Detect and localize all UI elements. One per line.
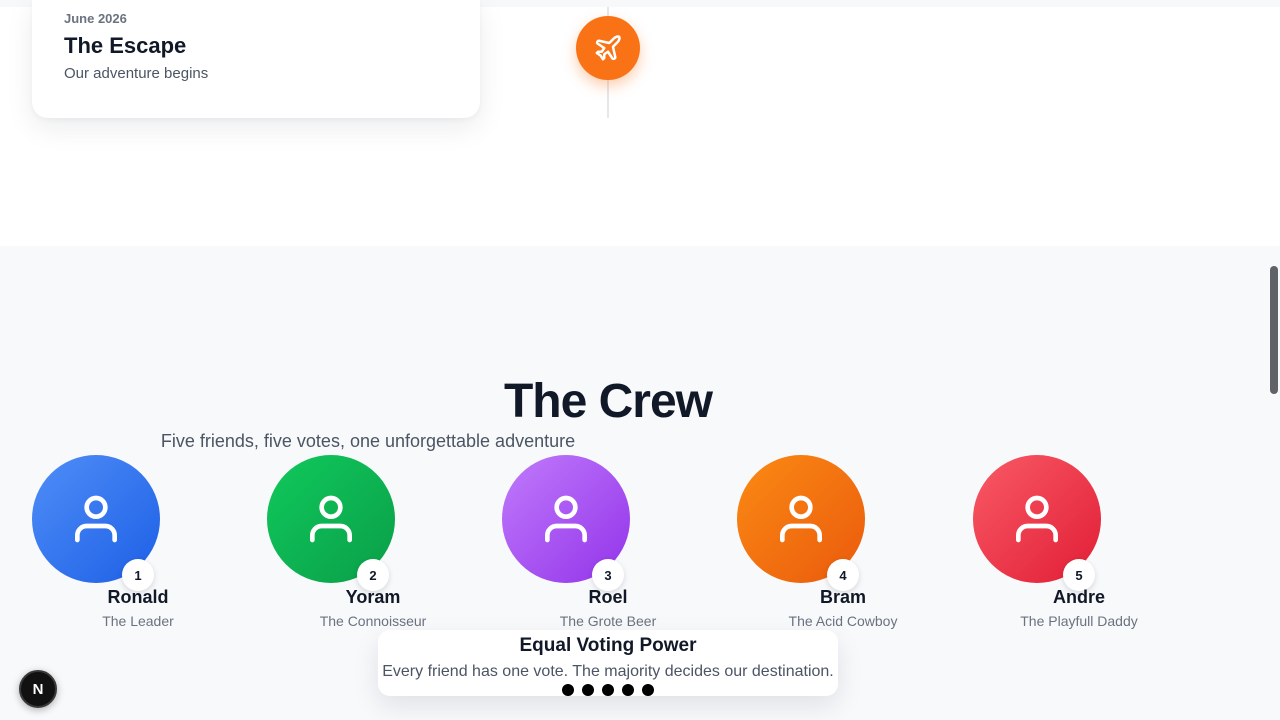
- voting-title: Equal Voting Power: [519, 635, 697, 656]
- member-name: Ronald: [107, 587, 169, 607]
- carousel-dot[interactable]: [562, 684, 574, 696]
- crew-subtitle: Five friends, five votes, one unforgetta…: [160, 431, 576, 451]
- carousel-dot[interactable]: [582, 684, 594, 696]
- user-icon: [545, 495, 587, 543]
- user-icon: [75, 495, 117, 543]
- dev-tools-label: N: [32, 680, 44, 698]
- user-icon: [780, 495, 822, 543]
- member-role: The Acid Cowboy: [788, 613, 898, 629]
- member-name: Andre: [1052, 587, 1105, 607]
- member-name: Bram: [819, 587, 867, 607]
- user-icon: [1016, 495, 1058, 543]
- dev-tools-button[interactable]: N: [19, 670, 57, 708]
- timeline-section: June 2026 The Escape Our adventure begin…: [0, 0, 1280, 246]
- carousel-dot[interactable]: [642, 684, 654, 696]
- crew-title: The Crew: [503, 375, 713, 428]
- carousel-dots: [562, 684, 654, 696]
- crew-member-roel[interactable]: 3 Roel The Grote Beer: [502, 455, 714, 631]
- member-role: The Connoisseur: [319, 613, 427, 629]
- event-date: June 2026: [64, 11, 127, 26]
- timeline-event-card: June 2026 The Escape Our adventure begin…: [32, 0, 480, 118]
- member-role: The Leader: [102, 613, 174, 629]
- scrollbar-thumb[interactable]: [1270, 266, 1278, 394]
- member-name: Yoram: [345, 587, 401, 607]
- timeline-marker: [576, 16, 640, 80]
- plane-icon: [595, 35, 621, 61]
- carousel-dot[interactable]: [602, 684, 614, 696]
- event-subtitle: Our adventure begins: [64, 65, 209, 82]
- crew-member-ronald[interactable]: 1 Ronald The Leader: [32, 455, 244, 631]
- member-role: The Playfull Daddy: [1020, 613, 1138, 629]
- member-name: Roel: [588, 587, 628, 607]
- event-title: The Escape: [64, 33, 187, 58]
- crew-member-bram[interactable]: 4 Bram The Acid Cowboy: [737, 455, 949, 631]
- member-role: The Grote Beer: [559, 613, 657, 629]
- crew-member-andre[interactable]: 5 Andre The Playfull Daddy: [973, 455, 1185, 631]
- user-icon: [310, 495, 352, 543]
- carousel-dot[interactable]: [622, 684, 634, 696]
- crew-member-yoram[interactable]: 2 Yoram The Connoisseur: [267, 455, 479, 631]
- voting-text: Every friend has one vote. The majority …: [382, 663, 834, 680]
